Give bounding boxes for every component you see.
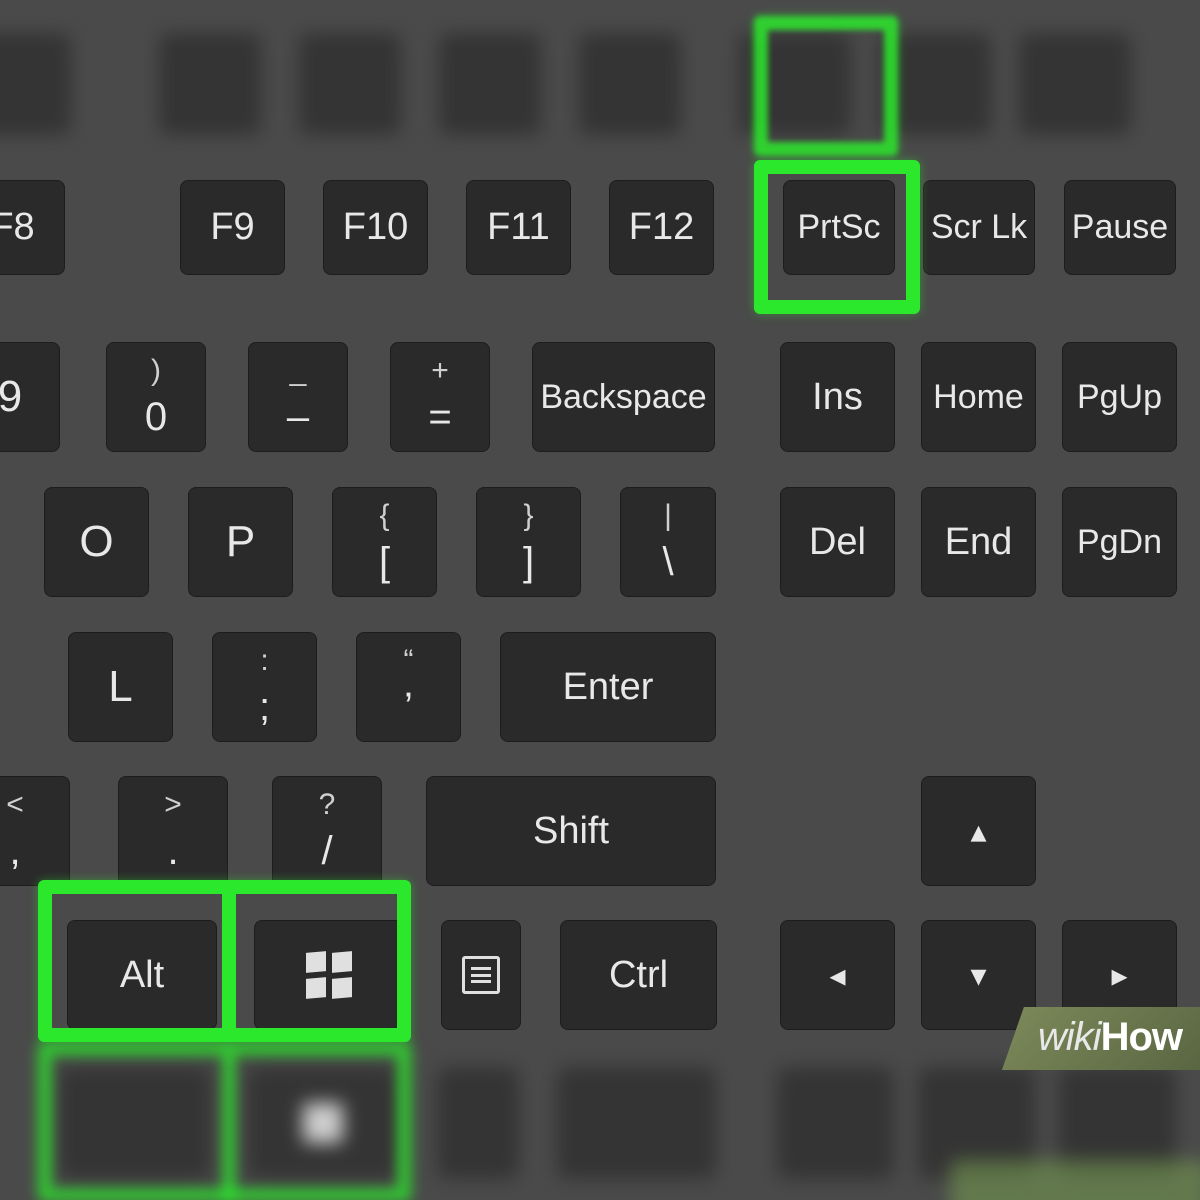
arrow-down-icon: ▾	[970, 956, 986, 994]
key-label: F9	[210, 206, 254, 249]
key-shift[interactable]: Shift	[426, 776, 716, 886]
key-label: Ins	[812, 376, 863, 419]
key-label: .	[167, 829, 178, 874]
key-label-top: :	[260, 644, 268, 678]
key-menu[interactable]	[441, 920, 521, 1030]
key-label-top: >	[164, 788, 182, 822]
key-right-bracket[interactable]: }]	[476, 487, 581, 597]
key-pause[interactable]: Pause	[1064, 180, 1176, 275]
key-label: P	[226, 517, 255, 567]
key-label: End	[945, 521, 1013, 564]
windows-icon	[306, 952, 352, 998]
key-label: F12	[629, 206, 694, 249]
key-label-top: }	[523, 499, 533, 533]
key-o[interactable]: O	[44, 487, 149, 597]
key-label-top: {	[379, 499, 389, 533]
key-label: [	[379, 540, 390, 585]
key-label: F11	[487, 206, 550, 249]
key-label: Scr Lk	[931, 208, 1027, 247]
key-label: /	[321, 829, 332, 874]
key-label: \	[662, 540, 673, 585]
key-f12[interactable]: F12	[609, 180, 714, 275]
key-backspace[interactable]: Backspace	[532, 342, 715, 452]
watermark-text-a: wiki	[1038, 1015, 1101, 1059]
key-l[interactable]: L	[68, 632, 173, 742]
key-label: Pause	[1072, 208, 1168, 247]
key-label: F8	[0, 206, 35, 249]
key-label: L	[108, 662, 132, 712]
key-label: O	[79, 517, 113, 567]
key-label: Backspace	[540, 378, 706, 417]
key-pgup[interactable]: PgUp	[1062, 342, 1177, 452]
key-f8[interactable]: F8	[0, 180, 65, 275]
key-0[interactable]: )0	[106, 342, 206, 452]
arrow-left-icon: ◂	[829, 956, 845, 994]
key-insert[interactable]: Ins	[780, 342, 895, 452]
key-label-top: <	[6, 788, 24, 822]
key-label: Shift	[533, 810, 609, 853]
key-arrow-left[interactable]: ◂	[780, 920, 895, 1030]
key-semicolon[interactable]: :;	[212, 632, 317, 742]
key-quote[interactable]: “’	[356, 632, 461, 742]
key-f11[interactable]: F11	[466, 180, 571, 275]
key-label: 0	[145, 395, 167, 440]
key-comma[interactable]: <,	[0, 776, 70, 886]
key-ctrl[interactable]: Ctrl	[560, 920, 717, 1030]
key-pgdn[interactable]: PgDn	[1062, 487, 1177, 597]
key-label-top: +	[431, 354, 449, 388]
key-label: Enter	[563, 666, 654, 709]
menu-icon	[462, 956, 500, 994]
key-slash[interactable]: ?/	[272, 776, 382, 886]
key-label-top: “	[404, 644, 414, 678]
key-left-bracket[interactable]: {[	[332, 487, 437, 597]
highlight-divider-reflection	[222, 1050, 236, 1200]
key-label: F10	[343, 206, 408, 249]
key-delete[interactable]: Del	[780, 487, 895, 597]
key-label: =	[428, 395, 451, 440]
key-label: PrtSc	[797, 208, 880, 247]
key-label: ;	[259, 685, 270, 730]
key-p[interactable]: P	[188, 487, 293, 597]
key-f9[interactable]: F9	[180, 180, 285, 275]
key-period[interactable]: >.	[118, 776, 228, 886]
key-label: PgDn	[1077, 523, 1162, 562]
key-label: Ctrl	[609, 954, 668, 997]
key-backslash[interactable]: |\	[620, 487, 716, 597]
arrow-right-icon: ▸	[1111, 956, 1127, 994]
key-arrow-down[interactable]: ▾	[921, 920, 1036, 1030]
key-label-top: |	[664, 499, 672, 533]
key-label-top: _	[290, 354, 307, 388]
key-9[interactable]: 9	[0, 342, 60, 452]
key-scrlk[interactable]: Scr Lk	[923, 180, 1035, 275]
key-label-top: )	[151, 354, 161, 388]
key-label-top: ?	[319, 788, 336, 822]
key-equals[interactable]: +=	[390, 342, 490, 452]
key-label: Home	[933, 378, 1024, 417]
key-home[interactable]: Home	[921, 342, 1036, 452]
key-label: –	[287, 395, 309, 440]
key-label: ’	[404, 685, 413, 730]
key-prtsc[interactable]: PrtSc	[783, 180, 895, 275]
key-enter[interactable]: Enter	[500, 632, 716, 742]
key-label: ]	[523, 540, 534, 585]
watermark-text-b: How	[1101, 1015, 1182, 1059]
key-f10[interactable]: F10	[323, 180, 428, 275]
key-minus[interactable]: _–	[248, 342, 348, 452]
highlight-divider	[222, 894, 236, 1028]
key-windows[interactable]	[254, 920, 404, 1030]
key-label: 9	[0, 372, 22, 422]
key-label: Alt	[120, 954, 164, 997]
watermark: wikiHow	[1002, 1007, 1200, 1070]
key-alt[interactable]: Alt	[67, 920, 217, 1030]
key-label: ,	[9, 829, 20, 874]
key-end[interactable]: End	[921, 487, 1036, 597]
key-label: Del	[809, 521, 866, 564]
key-arrow-up[interactable]: ▴	[921, 776, 1036, 886]
key-label: PgUp	[1077, 378, 1162, 417]
arrow-up-icon: ▴	[970, 812, 986, 850]
